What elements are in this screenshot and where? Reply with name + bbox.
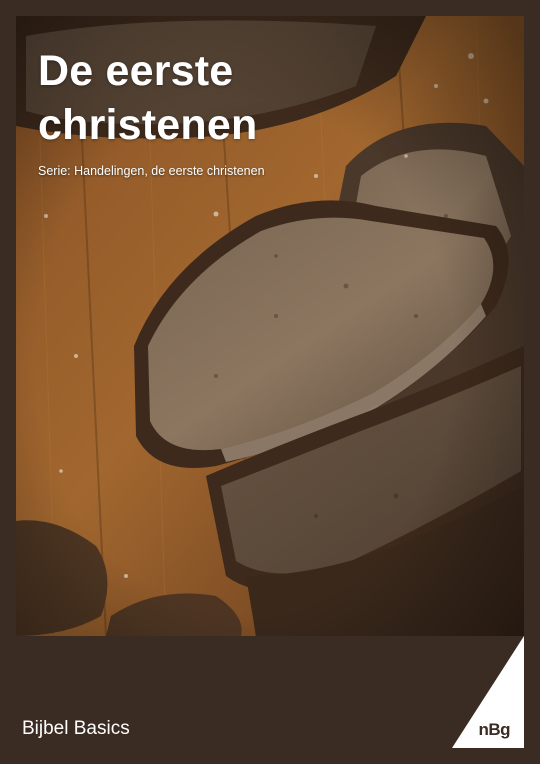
cover-title-line-1: De eerste bbox=[38, 47, 234, 95]
book-cover: De eerste christenen Serie: Handelingen,… bbox=[0, 0, 540, 764]
cover-title-line-2: christenen bbox=[38, 101, 258, 149]
series-subtitle: Serie: Handelingen, de eerste christenen bbox=[38, 164, 265, 178]
logo-text: nBg bbox=[478, 720, 510, 739]
series-brand-label: Bijbel Basics bbox=[22, 718, 130, 739]
cover-title: De eerste christenen bbox=[38, 44, 257, 152]
nbg-logo: nBg bbox=[452, 636, 524, 748]
